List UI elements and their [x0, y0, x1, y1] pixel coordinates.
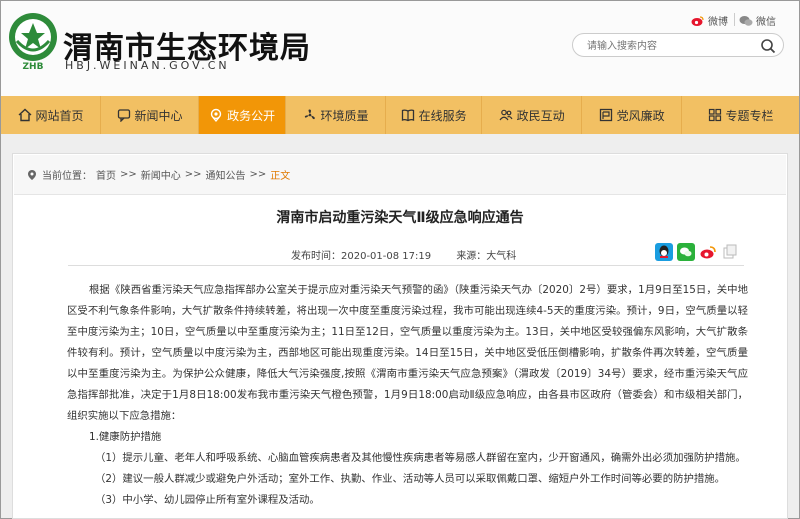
- nav-item-1[interactable]: 网站首页: [1, 96, 100, 134]
- site-domain: HBJ.WEINAN.GOV.CN: [65, 59, 230, 72]
- nav-item-4[interactable]: 环境质量: [286, 96, 385, 134]
- nav-item-label: 政民互动: [516, 108, 565, 123]
- article-meta: 发布时间：2020-01-08 17:19 来源：大气科: [291, 247, 538, 262]
- nav-item-label: 在线服务: [418, 108, 467, 123]
- weibo-link[interactable]: 微博: [691, 13, 728, 28]
- breadcrumb-news[interactable]: 新闻中心: [141, 167, 181, 182]
- pin-icon: [209, 108, 223, 122]
- weibo-share-icon[interactable]: [699, 243, 717, 261]
- chat-icon: [117, 108, 131, 122]
- nav-item-label: 专题专栏: [725, 108, 774, 123]
- site-header: ZHB 渭南市生态环境局 HBJ.WEINAN.GOV.CN 微博 微信: [1, 1, 799, 96]
- list-item: （2）建议一般人群减少或避免户外活动；室外工作、执勤、作业、活动等人员可以采取佩…: [95, 473, 726, 485]
- wechat-share-icon[interactable]: [677, 243, 695, 261]
- search-input[interactable]: [587, 38, 757, 54]
- breadcrumb-separator: >>: [120, 169, 137, 180]
- weibo-icon: [691, 15, 704, 26]
- breadcrumb-separator: >>: [184, 169, 202, 180]
- breadcrumb-prefix: 当前位置：: [42, 171, 92, 182]
- section-heading: 1.健康防护措施: [89, 431, 162, 443]
- nav-item-label: 环境质量: [320, 108, 369, 123]
- nav-item-label: 党风廉政: [616, 108, 665, 123]
- wechat-label: 微信: [756, 17, 776, 28]
- nav-item-6[interactable]: 政民互动: [482, 96, 581, 134]
- social-divider: [734, 13, 735, 26]
- nav-item-5[interactable]: 在线服务: [386, 96, 481, 134]
- article-paragraph: 根据《陕西省重污染天气应急指挥部办公室关于提示应对重污染天气预警的函》（陕重污染…: [67, 284, 748, 422]
- nav-item-8[interactable]: 专题专栏: [682, 96, 799, 134]
- breadcrumb-current: 正文: [270, 171, 291, 182]
- search-box: [572, 33, 784, 57]
- emblem-logo[interactable]: ZHB: [7, 11, 59, 71]
- fan-icon: [303, 108, 317, 122]
- publish-time: 发布时间：2020-01-08 17:19: [291, 251, 432, 262]
- article-title: 渭南市启动重污染天气Ⅱ级应急响应通告: [276, 210, 524, 226]
- flag-icon: [599, 108, 613, 122]
- breadcrumb-home[interactable]: 首页: [96, 167, 116, 182]
- main-nav: 网站首页 新闻中心 政务公开 环境质量 在线服务 政民互动 党风廉政 专题专栏: [1, 96, 799, 134]
- breadcrumb-notices[interactable]: 通知公告: [206, 167, 246, 182]
- breadcrumb: 当前位置： 首页 >> 新闻中心 >> 通知公告 >> 正文: [14, 155, 786, 195]
- copy-share-icon[interactable]: [721, 243, 739, 261]
- grid-icon: [708, 108, 722, 122]
- article-source: 来源：大气科: [456, 251, 517, 262]
- home-icon: [18, 108, 32, 122]
- nav-item-7[interactable]: 党风廉政: [582, 96, 681, 134]
- book-icon: [401, 108, 415, 122]
- breadcrumb-separator: >>: [249, 169, 267, 180]
- wechat-link[interactable]: 微信: [739, 13, 776, 28]
- share-bar: [655, 243, 739, 261]
- qq-share-icon[interactable]: [655, 243, 673, 261]
- people-icon: [499, 108, 513, 122]
- article-body: 根据《陕西省重污染天气应急指挥部办公室关于提示应对重污染天气预警的函》（陕重污染…: [67, 280, 748, 511]
- list-item: （1）提示儿童、老年人和呼吸系统、心脑血管疾病患者及其他慢性疾病患者等易感人群留…: [95, 452, 746, 464]
- nav-item-label: 新闻中心: [134, 108, 183, 123]
- title-divider: [68, 265, 744, 266]
- nav-item-label: 网站首页: [35, 108, 84, 123]
- nav-item-2[interactable]: 新闻中心: [101, 96, 198, 134]
- weibo-label: 微博: [708, 17, 728, 28]
- search-icon[interactable]: [759, 37, 777, 55]
- list-item: （3）中小学、幼儿园停止所有室外课程及活动。: [95, 494, 320, 506]
- nav-item-3[interactable]: 政务公开: [199, 96, 286, 134]
- nav-item-label: 政务公开: [227, 108, 276, 123]
- location-icon: [28, 169, 36, 180]
- article-container: 当前位置： 首页 >> 新闻中心 >> 通知公告 >> 正文 渭南市启动重污染天…: [12, 153, 788, 519]
- wechat-icon: [739, 15, 753, 26]
- emblem-text: ZHB: [23, 62, 44, 71]
